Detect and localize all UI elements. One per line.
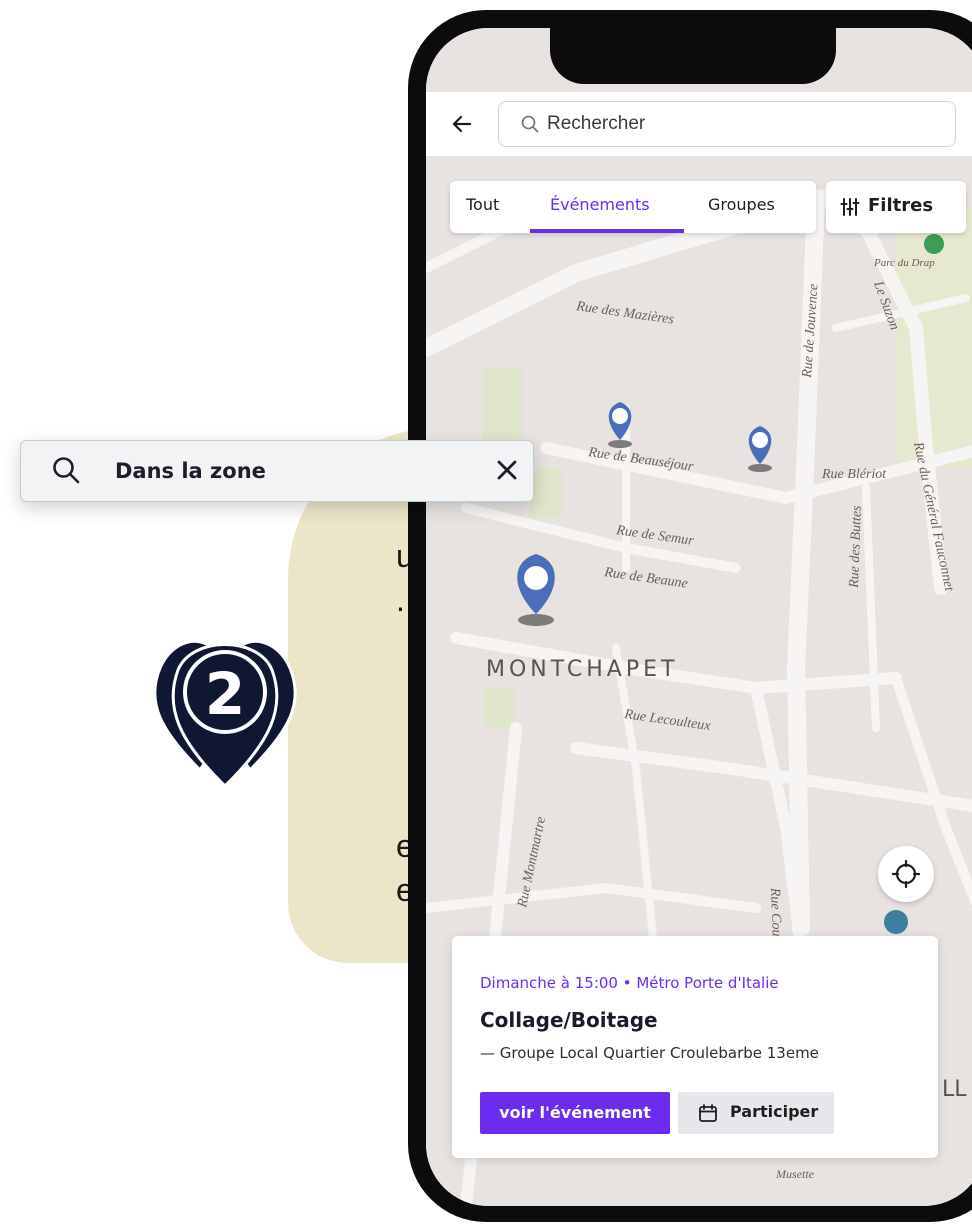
participate-label: Participer	[730, 1102, 819, 1121]
tab-tout[interactable]: Tout	[466, 195, 499, 214]
event-title: Collage/Boitage	[480, 1008, 658, 1032]
svg-text:LL: LL	[942, 1077, 967, 1102]
active-tab-indicator	[530, 229, 684, 233]
partial-text-dot: .	[396, 582, 405, 618]
calendar-icon	[699, 1104, 717, 1122]
svg-text:Rue des Buttes: Rue des Buttes	[847, 505, 865, 589]
event-group: — Groupe Local Quartier Croulebarbe 13em…	[480, 1044, 819, 1062]
zone-search-bar[interactable]: Dans la zone	[20, 440, 534, 502]
search-input[interactable]: Rechercher	[498, 101, 956, 147]
event-card[interactable]: Dimanche à 15:00 • Métro Porte d'Italie …	[452, 936, 938, 1158]
search-placeholder: Rechercher	[547, 113, 646, 134]
phone-screen: Rue des Mazières Rue de Beauséjour Rue d…	[426, 28, 972, 1206]
svg-text:Musette: Musette	[775, 1167, 815, 1181]
back-arrow-icon[interactable]	[450, 112, 474, 136]
svg-text:Rue Blériot: Rue Blériot	[821, 467, 887, 482]
filters-button[interactable]: Filtres	[826, 181, 966, 233]
search-icon	[53, 457, 80, 484]
step-pin-badge: 2	[153, 639, 297, 789]
filters-icon	[840, 198, 860, 216]
event-when: Dimanche à 15:00 • Métro Porte d'Italie	[480, 974, 779, 992]
svg-text:MONTCHAPET: MONTCHAPET	[486, 657, 678, 682]
close-icon[interactable]	[491, 454, 523, 486]
zone-search-text: Dans la zone	[115, 459, 266, 483]
view-event-button[interactable]: voir l'événement	[480, 1092, 670, 1134]
participate-button[interactable]: Participer	[678, 1092, 834, 1134]
svg-text:Parc du Drap: Parc du Drap	[873, 257, 935, 269]
tab-evenements[interactable]: Événements	[550, 195, 650, 214]
phone-notch	[550, 28, 836, 84]
tab-bar: Tout Événements Groupes	[450, 181, 816, 233]
top-bar: Rechercher	[426, 92, 972, 157]
locate-me-button[interactable]	[878, 846, 934, 902]
badge-number: 2	[205, 660, 245, 728]
filters-label: Filtres	[868, 195, 934, 216]
search-icon	[521, 115, 539, 133]
crosshair-icon	[892, 860, 920, 888]
tab-groupes[interactable]: Groupes	[708, 195, 775, 214]
